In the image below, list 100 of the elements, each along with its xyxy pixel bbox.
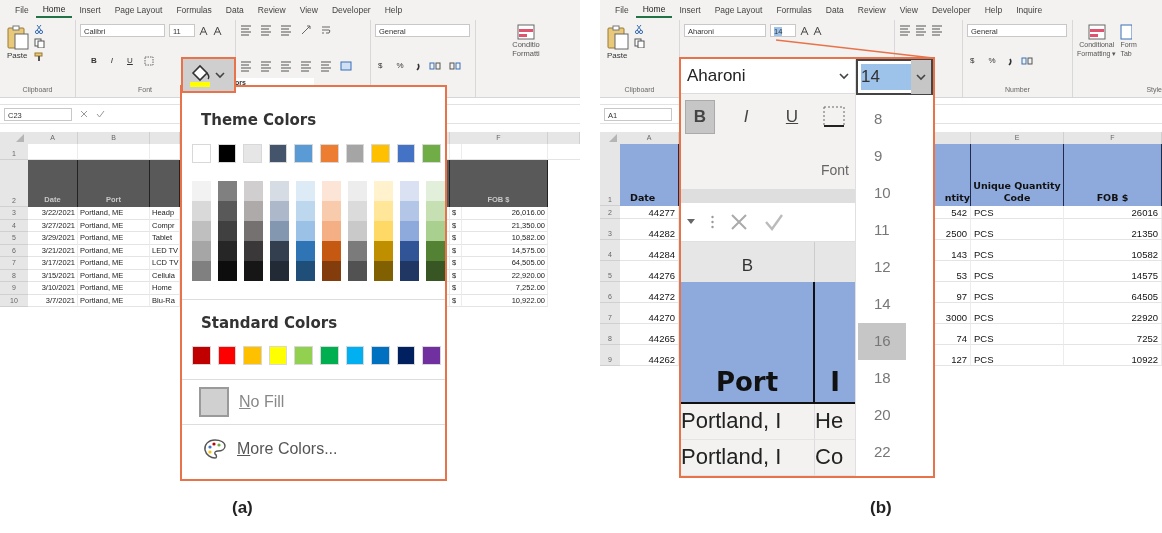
- align-icon[interactable]: [260, 24, 272, 36]
- color-swatch[interactable]: [217, 143, 237, 163]
- dropdown-button[interactable]: [911, 60, 931, 94]
- align-icon[interactable]: [280, 59, 292, 72]
- decimal-icon[interactable]: [448, 61, 461, 71]
- font-size-option[interactable]: 8: [858, 101, 906, 138]
- ribbon-tab[interactable]: Page Layout: [107, 2, 170, 18]
- color-swatch[interactable]: [296, 180, 315, 201]
- color-swatch[interactable]: [371, 346, 390, 365]
- format-painter-icon[interactable]: [34, 52, 45, 62]
- font-size-option[interactable]: 14: [858, 286, 906, 323]
- shrink-font-icon[interactable]: [813, 25, 822, 36]
- font-style-button[interactable]: U: [777, 100, 807, 135]
- ribbon-tab[interactable]: File: [608, 2, 636, 18]
- font-size-field[interactable]: 14: [856, 59, 933, 95]
- color-swatch[interactable]: [426, 180, 445, 201]
- color-swatch[interactable]: [268, 143, 288, 163]
- number-format-button[interactable]: $: [967, 54, 978, 67]
- color-swatch[interactable]: [218, 180, 237, 201]
- ribbon-tab[interactable]: View: [292, 2, 325, 18]
- wrap-text-icon[interactable]: [320, 24, 332, 36]
- align-icon[interactable]: [260, 59, 272, 72]
- enter-icon[interactable]: [96, 110, 105, 118]
- font-size-option[interactable]: 11: [858, 212, 906, 249]
- ribbon-tab[interactable]: File: [8, 2, 36, 18]
- grow-font-icon[interactable]: [800, 25, 809, 36]
- color-swatch[interactable]: [396, 143, 416, 163]
- grow-font-icon[interactable]: [199, 25, 209, 36]
- cancel-icon[interactable]: [80, 110, 88, 118]
- ribbon-tab[interactable]: View: [892, 2, 925, 18]
- align-icon[interactable]: [931, 24, 943, 36]
- select-all-icon[interactable]: [600, 132, 620, 144]
- color-swatch[interactable]: [192, 346, 211, 365]
- conditional-formatting-icon[interactable]: [1087, 24, 1106, 40]
- color-swatch[interactable]: [348, 180, 367, 201]
- color-swatch[interactable]: [322, 180, 341, 201]
- color-swatch[interactable]: [243, 346, 262, 365]
- copy-icon[interactable]: [634, 38, 647, 48]
- orientation-icon[interactable]: [300, 24, 312, 36]
- cut-icon[interactable]: [34, 24, 45, 34]
- ribbon-tab[interactable]: Developer: [924, 2, 978, 18]
- color-swatch[interactable]: [294, 346, 313, 365]
- ribbon-tab[interactable]: Insert: [672, 2, 708, 18]
- copy-icon[interactable]: [34, 38, 47, 48]
- align-icon[interactable]: [300, 59, 312, 72]
- color-swatch[interactable]: [243, 143, 262, 163]
- font-size-option[interactable]: 10: [858, 175, 906, 212]
- ribbon-tab[interactable]: Home: [35, 1, 73, 19]
- ribbon-tab[interactable]: Review: [250, 2, 293, 18]
- color-swatch[interactable]: [217, 346, 237, 365]
- number-format-button[interactable]: %: [985, 54, 999, 67]
- color-swatch[interactable]: [374, 180, 393, 201]
- ribbon-tab[interactable]: Developer: [324, 2, 378, 18]
- font-size-option[interactable]: 12: [858, 249, 906, 286]
- menu-item[interactable]: No Fill: [239, 390, 285, 414]
- align-icon[interactable]: [240, 24, 252, 36]
- ribbon-tab[interactable]: Help: [377, 2, 410, 18]
- color-swatch[interactable]: [268, 346, 288, 365]
- color-swatch[interactable]: [319, 143, 339, 163]
- color-swatch[interactable]: [244, 180, 263, 201]
- font-style-button[interactable]: I: [731, 100, 761, 135]
- paint-bucket-icon[interactable]: [189, 63, 211, 87]
- ribbon-tab[interactable]: Formulas: [169, 2, 219, 18]
- color-swatch[interactable]: [294, 143, 313, 163]
- align-icon[interactable]: [899, 24, 911, 36]
- decimal-icon[interactable]: [428, 61, 441, 71]
- shrink-font-icon[interactable]: [213, 25, 222, 36]
- paste-button[interactable]: Paste: [604, 24, 631, 62]
- ribbon-tab[interactable]: Data: [818, 2, 851, 18]
- font-size-option[interactable]: 22: [858, 434, 906, 471]
- font-size-option[interactable]: 20: [858, 397, 906, 434]
- ribbon-tab[interactable]: Formulas: [769, 2, 819, 18]
- color-swatch[interactable]: [345, 143, 365, 163]
- cancel-icon[interactable]: [730, 212, 748, 231]
- color-swatch[interactable]: [400, 180, 419, 201]
- ribbon-tab[interactable]: Review: [850, 2, 893, 18]
- color-swatch[interactable]: [422, 346, 441, 365]
- font-style-button[interactable]: I: [107, 54, 116, 67]
- enter-icon[interactable]: [764, 212, 784, 231]
- align-icon[interactable]: [915, 24, 927, 36]
- ribbon-tab[interactable]: Help: [977, 2, 1010, 18]
- caret-icon[interactable]: [215, 71, 225, 79]
- color-swatch[interactable]: [192, 180, 211, 201]
- align-icon[interactable]: [240, 59, 252, 72]
- merge-icon[interactable]: [340, 59, 352, 72]
- conditional-formatting-icon[interactable]: [517, 24, 535, 40]
- color-swatch[interactable]: [396, 346, 416, 365]
- comma-style-icon[interactable]: [414, 61, 421, 71]
- color-swatch[interactable]: [192, 143, 211, 163]
- font-style-button[interactable]: U: [124, 54, 136, 67]
- decimal-icon[interactable]: [1020, 55, 1033, 66]
- font-style-button[interactable]: B: [685, 100, 715, 135]
- menu-item[interactable]: More Colors...: [237, 437, 338, 461]
- caret-icon[interactable]: [687, 219, 695, 225]
- color-swatch[interactable]: [270, 180, 289, 201]
- font-size-option[interactable]: 9: [858, 138, 906, 175]
- table-icon[interactable]: [1120, 24, 1133, 40]
- ribbon-tab[interactable]: Page Layout: [707, 2, 770, 18]
- align-icon[interactable]: [320, 59, 332, 72]
- ribbon-tab[interactable]: Data: [218, 2, 251, 18]
